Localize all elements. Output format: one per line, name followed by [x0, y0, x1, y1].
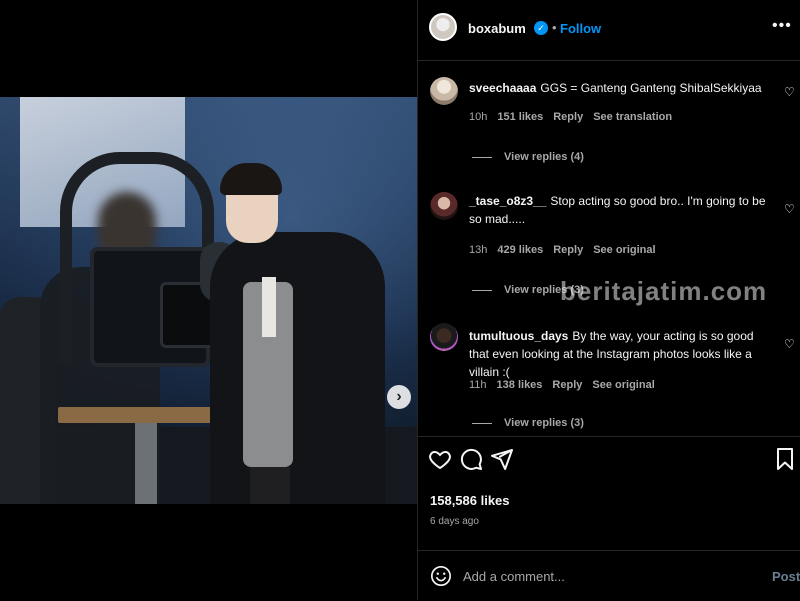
comment-time: 11h [469, 379, 487, 391]
view-replies-button[interactable]: View replies (3) [472, 417, 584, 429]
comment-time: 13h [469, 244, 488, 256]
follow-button[interactable]: Follow [560, 21, 601, 36]
comment-body: _tase_o8z3__ Stop acting so good bro.. I'… [469, 192, 769, 228]
heart-icon[interactable] [428, 447, 452, 471]
comment-meta: 10h 151 likes Reply See translation [469, 111, 672, 123]
comment-time: 10h [469, 111, 488, 123]
comment-body: sveechaaaa GGS = Ganteng Ganteng ShibalSe… [469, 79, 769, 97]
share-icon[interactable] [490, 447, 514, 471]
commenter-avatar[interactable] [430, 77, 458, 105]
author-username[interactable]: boxabum [468, 21, 526, 36]
comment-reply-button[interactable]: Reply [552, 379, 582, 391]
next-slide-button[interactable]: › [387, 385, 411, 409]
comment-input[interactable] [461, 568, 745, 585]
comment-meta: 11h 138 likes Reply See original [469, 379, 655, 391]
add-comment-bar: Post [418, 550, 800, 601]
comment-body: tumultuous_days By the way, your acting i… [469, 327, 769, 381]
replies-divider-line [472, 289, 492, 291]
photo-camera-tray [58, 407, 218, 423]
comment-likes[interactable]: 151 likes [497, 111, 543, 123]
view-replies-label: View replies (3) [504, 417, 584, 429]
comment-translate-link[interactable]: See original [593, 244, 655, 256]
photo-actor-shirt [262, 277, 276, 337]
comment-translate-link[interactable]: See translation [593, 111, 672, 123]
replies-divider-line [472, 156, 492, 158]
header-separator: • [552, 20, 557, 35]
likes-count[interactable]: 158,586 likes [430, 493, 510, 508]
emoji-icon[interactable] [430, 565, 452, 587]
comments-list[interactable]: sveechaaaa GGS = Ganteng Ganteng ShibalSe… [418, 61, 800, 429]
comment-like-icon[interactable]: ♡ [784, 202, 795, 216]
comment-text: GGS = Ganteng Ganteng ShibalSekkiyaa [540, 81, 762, 95]
commenter-avatar[interactable] [430, 192, 458, 220]
verified-badge-icon: ✓ [534, 21, 548, 35]
author-avatar[interactable] [429, 13, 457, 41]
comment-like-icon[interactable]: ♡ [784, 85, 795, 99]
view-replies-label: View replies (4) [504, 151, 584, 163]
photo-tripod [135, 423, 157, 504]
comment-likes[interactable]: 429 likes [497, 244, 543, 256]
comment-like-icon[interactable]: ♡ [784, 337, 795, 351]
comment-reply-button[interactable]: Reply [553, 111, 583, 123]
comment-likes[interactable]: 138 likes [497, 379, 543, 391]
post-photo[interactable]: › [0, 97, 417, 504]
comment-reply-button[interactable]: Reply [553, 244, 583, 256]
replies-divider-line [472, 422, 492, 424]
more-options-icon[interactable]: ••• [772, 17, 792, 35]
view-replies-button[interactable]: View replies (4) [472, 151, 584, 163]
post-header: boxabum ✓ • Follow ••• [418, 0, 800, 61]
watermark-text: beritajatim.com [560, 276, 768, 306]
post-actions-bar [418, 436, 800, 477]
comment-meta: 13h 429 likes Reply See original [469, 244, 656, 256]
commenter-avatar[interactable] [430, 323, 458, 351]
photo-actor-legs [250, 467, 290, 504]
comment-translate-link[interactable]: See original [592, 379, 654, 391]
media-panel: › [0, 0, 417, 600]
post-date[interactable]: 6 days ago [430, 516, 479, 527]
commenter-username[interactable]: _tase_o8z3__ [469, 194, 546, 208]
commenter-username[interactable]: sveechaaaa [469, 81, 536, 95]
photo-actor-coat [210, 232, 385, 504]
post-comment-button[interactable]: Post [772, 569, 800, 584]
commenter-username[interactable]: tumultuous_days [469, 329, 568, 343]
bookmark-icon[interactable] [773, 447, 797, 471]
comment-icon[interactable] [459, 447, 483, 471]
